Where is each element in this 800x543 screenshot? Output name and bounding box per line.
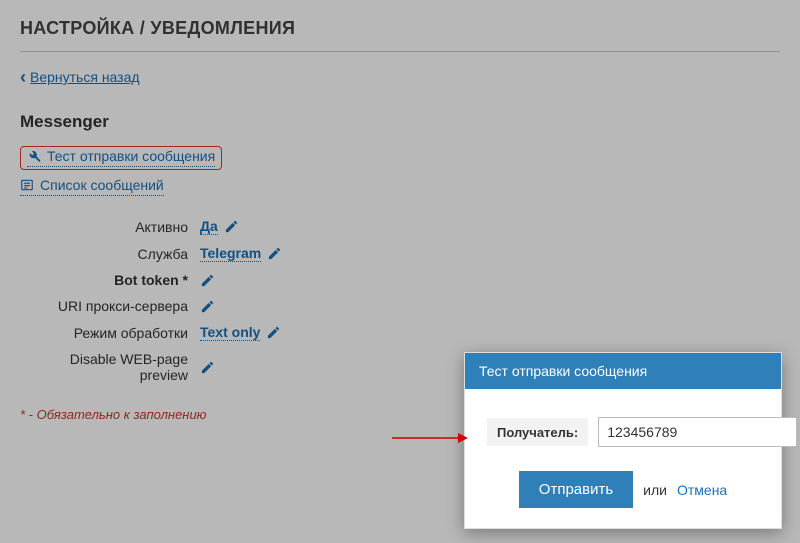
recipient-label-wrap: Получатель:: [487, 418, 588, 446]
arrow-icon: [390, 430, 470, 446]
test-send-dialog: Тест отправки сообщения Получатель: Отпр…: [464, 352, 782, 529]
recipient-input[interactable]: [598, 417, 797, 447]
or-text: или: [643, 482, 667, 498]
submit-button[interactable]: Отправить: [519, 471, 633, 508]
dialog-title: Тест отправки сообщения: [465, 353, 781, 389]
recipient-label: Получатель:: [497, 425, 578, 440]
cancel-link[interactable]: Отмена: [677, 482, 727, 498]
